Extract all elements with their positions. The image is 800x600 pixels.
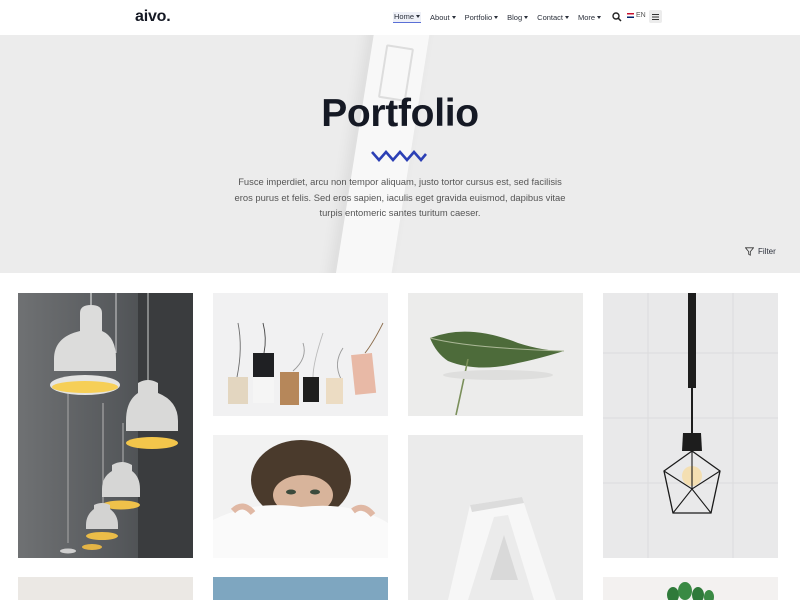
nav-label: More (578, 13, 596, 22)
portfolio-item-woman-under-blanket[interactable] (213, 435, 388, 558)
chevron-down-icon (565, 16, 570, 19)
filter-label: Filter (758, 247, 776, 256)
filter-button[interactable]: Filter (745, 247, 776, 256)
portfolio-item-plant-partial[interactable] (603, 577, 778, 600)
funnel-icon (745, 247, 754, 256)
chevron-down-icon (494, 16, 499, 19)
nav-item-home[interactable]: Home (393, 12, 422, 23)
nav-label: Blog (507, 13, 523, 22)
main-nav: Home About Portfolio Blog Contact More (393, 12, 610, 23)
chevron-down-icon (524, 16, 529, 19)
site-logo[interactable]: aivo. (135, 8, 171, 26)
chevron-down-icon (597, 16, 602, 19)
nav-label: Portfolio (464, 13, 493, 22)
pendant-lamps-image (50, 293, 193, 558)
portfolio-item-letter-a[interactable] (408, 435, 583, 600)
uk-flag-icon (627, 13, 634, 18)
woman-under-blanket-image (213, 440, 388, 558)
letter-a-image (448, 497, 556, 600)
menu-button[interactable] (649, 10, 662, 23)
gift-tags-image (228, 322, 384, 405)
nav-item-about[interactable]: About (430, 13, 456, 22)
nav-item-portfolio[interactable]: Portfolio (465, 13, 499, 22)
nav-item-blog[interactable]: Blog (507, 13, 529, 22)
chevron-down-icon (416, 15, 421, 18)
language-label: EN (636, 12, 646, 19)
portfolio-item-green-leaf[interactable] (408, 293, 583, 416)
portfolio-item-hanging-bulb[interactable] (603, 293, 778, 558)
hero-section: Portfolio Fusce imperdiet, arcu non temp… (0, 35, 800, 273)
zigzag-divider-icon (371, 150, 427, 162)
nav-label: Contact (537, 13, 564, 22)
nav-item-more[interactable]: More (578, 13, 602, 22)
search-icon[interactable] (612, 12, 622, 22)
hanging-bulb-image (603, 293, 778, 558)
plant-image (667, 582, 714, 600)
nav-label: Home (394, 12, 415, 21)
chevron-down-icon (451, 16, 456, 19)
hamburger-icon (652, 13, 659, 20)
hero-description: Fusce imperdiet, arcu non tempor aliquam… (234, 176, 566, 218)
green-leaf-image (429, 331, 565, 416)
nav-label: About (430, 13, 450, 22)
portfolio-item-blue-partial[interactable] (213, 577, 388, 600)
portfolio-item-beige-partial[interactable] (18, 577, 193, 600)
nav-item-contact[interactable]: Contact (537, 13, 570, 22)
site-header: aivo. Home About Portfolio Blog Contact … (0, 0, 800, 35)
portfolio-item-gift-tags[interactable] (213, 293, 388, 416)
language-selector[interactable]: EN (627, 12, 646, 19)
page-title: Portfolio (321, 92, 479, 135)
portfolio-item-pendant-lamps[interactable] (18, 293, 193, 558)
